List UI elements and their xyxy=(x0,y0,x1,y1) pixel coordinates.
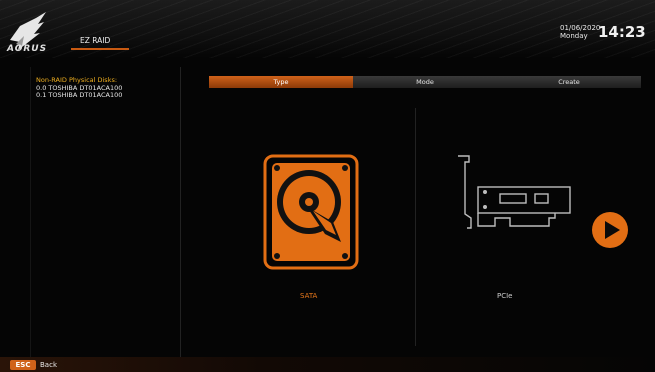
sata-option[interactable] xyxy=(263,154,359,270)
disk-list-panel xyxy=(30,67,181,357)
tab-type[interactable]: Type xyxy=(209,76,353,88)
clock: 14:23 xyxy=(598,23,646,41)
pcie-card-icon xyxy=(458,155,571,229)
tab-ez-raid[interactable]: EZ RAID xyxy=(80,36,110,45)
date-display: 01/06/2020 Monday xyxy=(560,24,600,40)
bottom-bar xyxy=(0,357,655,372)
wizard-steps-bar: Type Mode Create xyxy=(209,76,641,88)
hard-disk-icon xyxy=(263,154,359,270)
pcie-label[interactable]: PCIe xyxy=(497,292,512,300)
day-text: Monday xyxy=(560,32,588,40)
back-label[interactable]: Back xyxy=(40,361,57,369)
date-text: 01/06/2020 xyxy=(560,24,601,32)
tab-active-indicator xyxy=(71,48,129,50)
disk-list-title: Non-RAID Physical Disks: xyxy=(36,76,118,84)
option-divider xyxy=(415,108,416,346)
tab-mode[interactable]: Mode xyxy=(353,76,497,88)
pcie-option[interactable] xyxy=(455,154,577,234)
esc-key-button[interactable]: ESC xyxy=(10,360,36,370)
tab-create[interactable]: Create xyxy=(497,76,641,88)
disk-item: 0.1 TOSHIBA DT01ACA100 xyxy=(36,91,123,99)
brand-logo-text: AORUS xyxy=(7,44,48,54)
play-arrow-icon[interactable] xyxy=(591,211,629,249)
sata-label[interactable]: SATA xyxy=(300,292,317,300)
